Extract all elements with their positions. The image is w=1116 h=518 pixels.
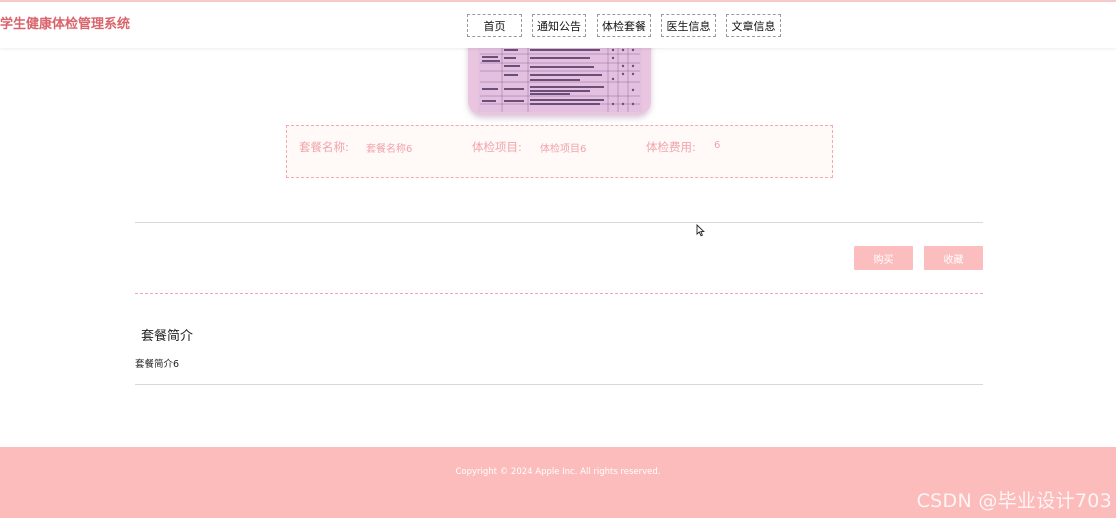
- nav-home[interactable]: 首页: [467, 14, 522, 37]
- nav-articles[interactable]: 文章信息: [726, 14, 781, 37]
- dashed-divider: [135, 293, 983, 294]
- mouse-cursor-icon: [696, 224, 705, 237]
- buy-button[interactable]: 购买: [854, 246, 913, 270]
- top-header: 学生健康体检管理系统 首页 通知公告 体检套餐 医生信息 文章信息: [0, 0, 1116, 48]
- nav-packages[interactable]: 体检套餐: [597, 14, 651, 37]
- footer: Copyright © 2024 Apple Inc. All rights r…: [0, 447, 1116, 518]
- package-info-box: 套餐名称: 套餐名称6 体检项目: 体检项目6 体检费用: 6: [286, 125, 833, 178]
- divider: [135, 384, 983, 385]
- favorite-button[interactable]: 收藏: [924, 246, 983, 270]
- nav-notices[interactable]: 通知公告: [532, 14, 586, 37]
- watermark: CSDN @毕业设计703: [916, 490, 1112, 512]
- exam-fee-value: 6: [714, 140, 721, 151]
- intro-body: 套餐简介6: [135, 359, 180, 370]
- intro-title: 套餐简介: [141, 329, 194, 344]
- package-name-label: 套餐名称:: [299, 140, 349, 154]
- exam-fee-label: 体检费用:: [646, 140, 696, 154]
- page: 学生健康体检管理系统 首页 通知公告 体检套餐 医生信息 文章信息 套餐名称: …: [0, 0, 1116, 518]
- divider: [135, 222, 983, 223]
- site-title: 学生健康体检管理系统: [0, 17, 131, 32]
- exam-items-label: 体检项目:: [472, 140, 522, 154]
- exam-items-value: 体检项目6: [540, 144, 587, 155]
- copyright-text: Copyright © 2024 Apple Inc. All rights r…: [455, 467, 661, 477]
- nav-doctors[interactable]: 医生信息: [661, 14, 716, 37]
- package-name-value: 套餐名称6: [366, 144, 413, 155]
